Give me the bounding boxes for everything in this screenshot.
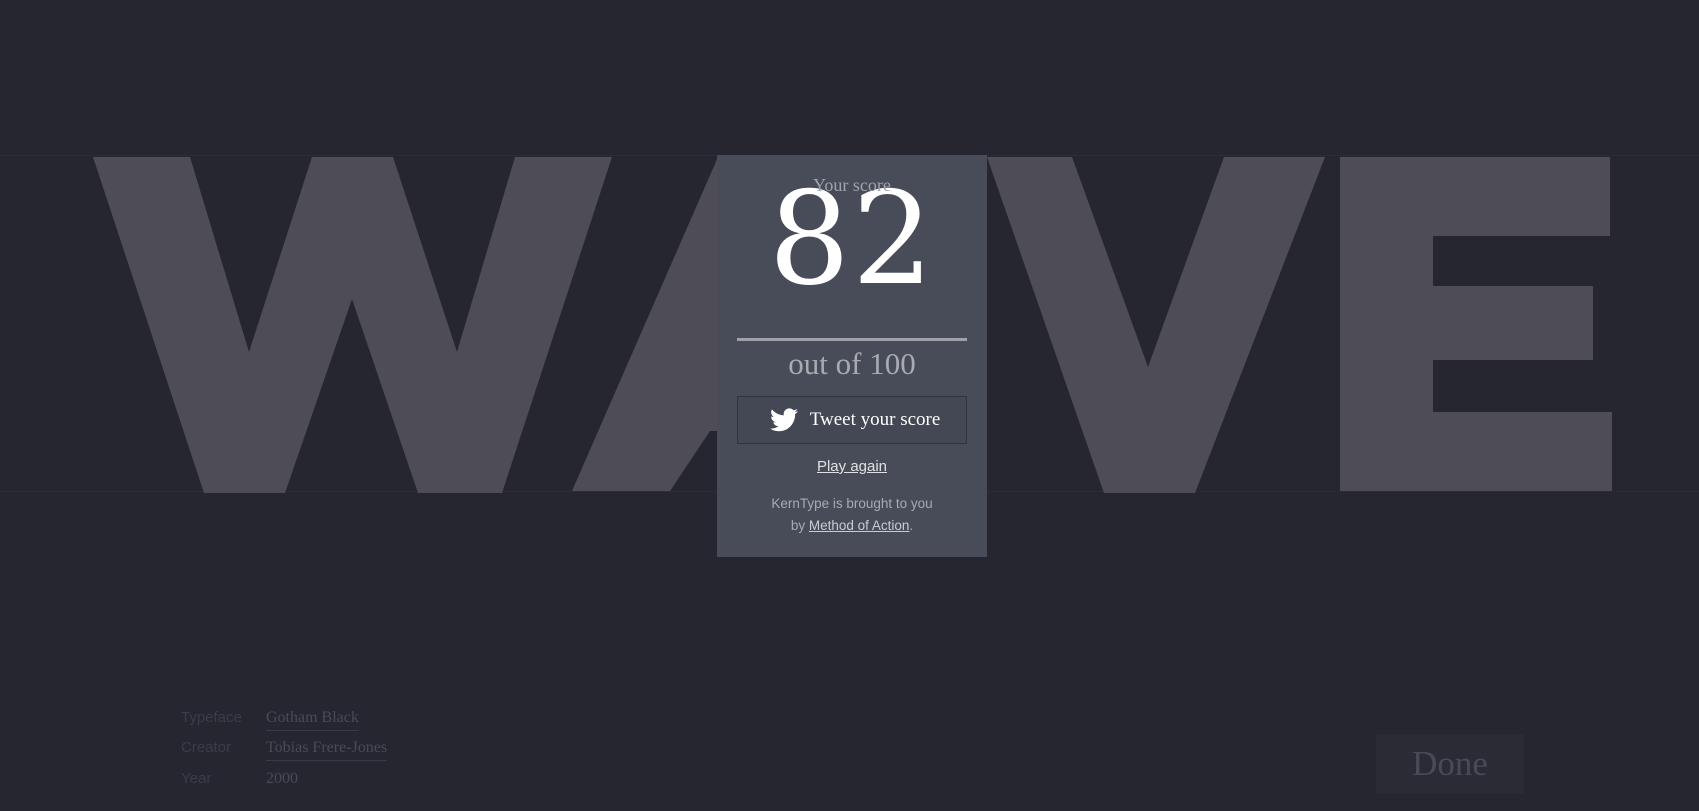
letter-e[interactable]	[1340, 157, 1612, 491]
creator-label: Creator	[181, 739, 232, 756]
credit-suffix: .	[909, 518, 914, 533]
score-modal: 82 Your score out of 100 Tweet your scor…	[717, 155, 987, 557]
method-of-action-link[interactable]: Method of Action	[809, 518, 910, 533]
year-label: Year	[181, 770, 212, 787]
score-divider	[737, 338, 967, 341]
credit-prefix: KernType is brought to you	[771, 496, 933, 511]
score-label: Your score	[813, 175, 891, 195]
typeface-link[interactable]: Gotham Black	[266, 709, 359, 731]
creator-link[interactable]: Tobias Frere-Jones	[266, 739, 388, 761]
tweet-score-button[interactable]: Tweet your score	[737, 396, 967, 444]
credit-by: by	[790, 518, 806, 533]
letter-v[interactable]	[987, 157, 1325, 493]
tweet-score-label: Tweet your score	[809, 409, 941, 430]
play-again-link[interactable]: Play again	[717, 458, 987, 475]
credit-text: KernType is brought to you by Method of …	[717, 493, 987, 537]
year-value: 2000	[266, 770, 298, 787]
twitter-bird-icon	[769, 408, 798, 432]
letter-a[interactable]	[572, 157, 730, 491]
typeface-label: Typeface	[181, 709, 242, 726]
score-max: out of 100	[788, 346, 916, 381]
letter-w[interactable]	[93, 157, 612, 493]
done-button[interactable]: Done	[1376, 734, 1524, 794]
